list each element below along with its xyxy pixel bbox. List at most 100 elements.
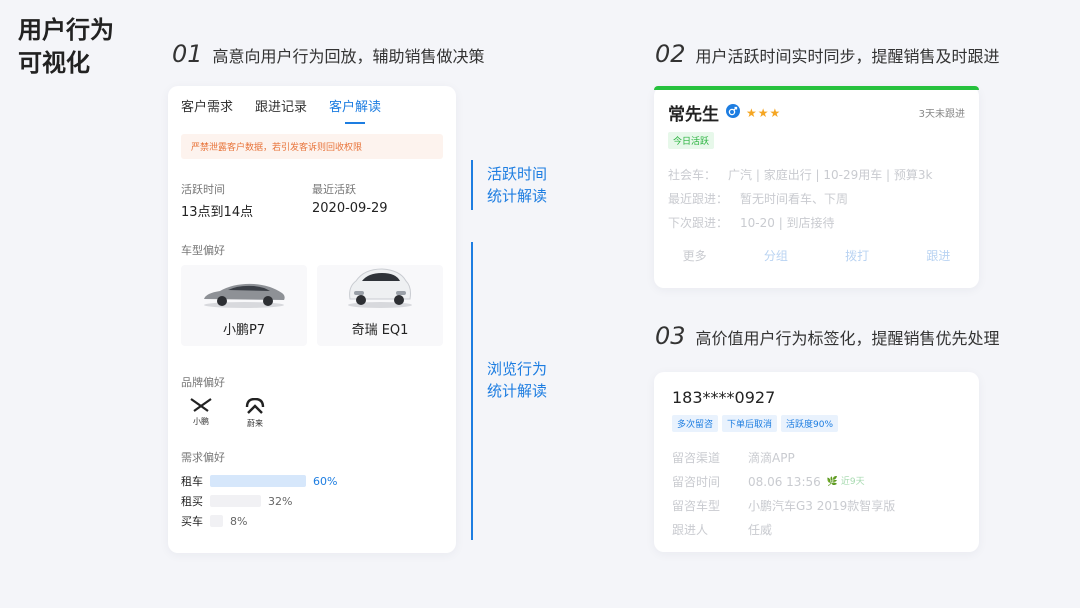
xpeng-logo-icon	[190, 398, 212, 412]
sedan-car-icon	[204, 283, 285, 308]
detail-label: 留咨车型	[672, 499, 721, 513]
label-line: 统计解读	[487, 382, 548, 400]
divider-line-active-time	[471, 160, 473, 210]
section-number: 01	[172, 40, 203, 68]
page-title: 用户行为 可视化	[18, 16, 114, 77]
demand-percent: 8%	[230, 514, 248, 528]
customer-insight-card: 客户需求 跟进记录 客户解读 严禁泄露客户数据，若引发客诉则回收权限 活跃时间 …	[168, 86, 456, 553]
brand-preference-list: 小鹏 蔚来	[168, 390, 456, 429]
detail-label: 跟进人	[672, 523, 709, 537]
followup-button[interactable]: 跟进	[926, 247, 950, 264]
tab-customer-insight[interactable]: 客户解读	[329, 96, 381, 124]
more-button[interactable]: 更多	[683, 247, 707, 264]
customer-name: 常先生	[668, 105, 719, 125]
customer-header: 常先生 ★★★ 3天未跟进	[654, 86, 979, 125]
car-name: 奇瑞 EQ1	[351, 323, 409, 338]
data-leak-warning: 严禁泄露客户数据，若引发客诉则回收权限	[181, 134, 443, 159]
lead-phone: 183****0927	[672, 388, 776, 407]
compact-car-icon	[348, 268, 412, 308]
detail-value: 08.06 13:56	[748, 475, 821, 489]
detail-row: 留咨时间 08.06 13:56 🌿 近9天	[672, 470, 961, 494]
lead-tag: 多次留咨	[672, 415, 719, 432]
section-number: 03	[655, 322, 686, 350]
detail-row: 留咨渠道 滴滴APP	[672, 446, 961, 470]
detail-label: 最近跟进：	[668, 192, 729, 206]
active-status-bar	[654, 86, 979, 90]
activity-stats: 活跃时间 13点到14点 最近活跃 2020-09-29	[168, 159, 456, 220]
recent-days-badge: 🌿 近9天	[827, 470, 865, 494]
detail-value: 滴滴APP	[748, 451, 795, 465]
last-active-stat: 最近活跃 2020-09-29	[312, 181, 443, 220]
car-tile-xpeng-p7[interactable]: 小鹏P7	[181, 265, 307, 346]
section-heading-01: 01 高意向用户行为回放，辅助销售做决策	[172, 40, 485, 68]
label-line: 浏览行为	[487, 360, 548, 378]
detail-label: 留咨渠道	[672, 451, 721, 465]
detail-row: 社会车： 广汽 | 家庭出行 | 10-29用车 | 预算3k	[668, 163, 965, 187]
brand-name: 蔚来	[247, 419, 263, 428]
detail-label: 下次跟进：	[668, 216, 729, 230]
browsing-analysis-label: 浏览行为 统计解读	[487, 358, 547, 402]
demand-row: 租买 32%	[181, 491, 443, 511]
recent-days-text: 近9天	[840, 477, 865, 487]
detail-row: 跟进人 任威	[672, 518, 961, 542]
action-bar: 更多 分组 拨打 跟进	[654, 235, 979, 264]
demand-bar	[210, 475, 306, 487]
lead-tag: 下单后取消	[722, 415, 778, 432]
car-preference-label: 车型偏好	[181, 244, 225, 257]
demand-bar	[210, 515, 223, 527]
demand-percent: 60%	[313, 474, 338, 488]
detail-value: 暂无时间看车、下周	[740, 192, 849, 206]
customer-summary-card[interactable]: 常先生 ★★★ 3天未跟进 今日活跃 社会车： 广汽 | 家庭出行 | 10-29…	[654, 86, 979, 288]
tab-bar: 客户需求 跟进记录 客户解读	[168, 86, 456, 124]
active-today-tag: 今日活跃	[668, 132, 715, 149]
tag-row: 今日活跃	[654, 125, 979, 149]
star-rating: ★★★	[746, 105, 782, 120]
active-time-stat: 活跃时间 13点到14点	[181, 181, 312, 220]
detail-row: 下次跟进： 10-20 | 到店接待	[668, 211, 965, 235]
brand-nio[interactable]: 蔚来	[240, 398, 270, 429]
male-icon	[726, 103, 740, 122]
section-number: 02	[655, 40, 686, 68]
leaf-icon: 🌿	[826, 477, 838, 487]
call-button[interactable]: 拨打	[845, 247, 869, 264]
active-time-label: 活跃时间	[181, 183, 225, 196]
tab-followup-records[interactable]: 跟进记录	[255, 96, 307, 124]
demand-preference-bars: 租车 60% 租买 32% 买车 8%	[168, 465, 456, 531]
demand-label: 租车	[181, 475, 203, 488]
section-heading-03: 03 高价值用户行为标签化，提醒销售优先处理	[655, 322, 1000, 350]
lead-card[interactable]: 183****0927 多次留咨 下单后取消 活跃度90% 留咨渠道 滴滴APP…	[654, 372, 979, 552]
last-active-label: 最近活跃	[312, 183, 356, 196]
demand-preference-label: 需求偏好	[181, 451, 225, 464]
detail-row: 留咨车型 小鹏汽车G3 2019款智享版	[672, 494, 961, 518]
lead-tags: 多次留咨 下单后取消 活跃度90%	[654, 407, 979, 432]
detail-label: 留咨时间	[672, 475, 721, 489]
detail-row: 最近跟进： 暂无时间看车、下周	[668, 187, 965, 211]
group-button[interactable]: 分组	[764, 247, 788, 264]
demand-bar	[210, 495, 261, 507]
demand-row: 买车 8%	[181, 511, 443, 531]
car-tile-chery-eq1[interactable]: 奇瑞 EQ1	[317, 265, 443, 346]
section-heading-02: 02 用户活跃时间实时同步，提醒销售及时跟进	[655, 40, 1000, 68]
tab-customer-needs[interactable]: 客户需求	[181, 96, 233, 124]
car-preference-list: 小鹏P7 奇瑞 EQ1	[168, 258, 456, 346]
followup-status: 3天未跟进	[918, 109, 965, 120]
brand-preference-label: 品牌偏好	[181, 376, 225, 389]
brand-xpeng[interactable]: 小鹏	[186, 398, 216, 429]
lead-tag: 活跃度90%	[781, 415, 839, 432]
customer-details: 社会车： 广汽 | 家庭出行 | 10-29用车 | 预算3k 最近跟进： 暂无时间…	[654, 149, 979, 235]
detail-label: 社会车：	[668, 168, 717, 182]
detail-value: 小鹏汽车G3 2019款智享版	[748, 499, 896, 513]
detail-value: 任威	[748, 523, 773, 537]
demand-label: 买车	[181, 515, 203, 528]
car-name: 小鹏P7	[222, 323, 266, 338]
demand-row: 租车 60%	[181, 471, 443, 491]
brand-name: 小鹏	[193, 417, 209, 426]
divider-line-browsing	[471, 242, 473, 540]
active-time-value: 13点到14点	[181, 205, 254, 220]
section-title: 高价值用户行为标签化，提醒销售优先处理	[695, 329, 1000, 348]
demand-label: 租买	[181, 495, 203, 508]
label-line: 统计解读	[487, 187, 548, 205]
detail-value: 广汽 | 家庭出行 | 10-29用车 | 预算3k	[728, 168, 933, 182]
nio-logo-icon	[245, 398, 265, 414]
section-title: 用户活跃时间实时同步，提醒销售及时跟进	[695, 47, 1000, 66]
